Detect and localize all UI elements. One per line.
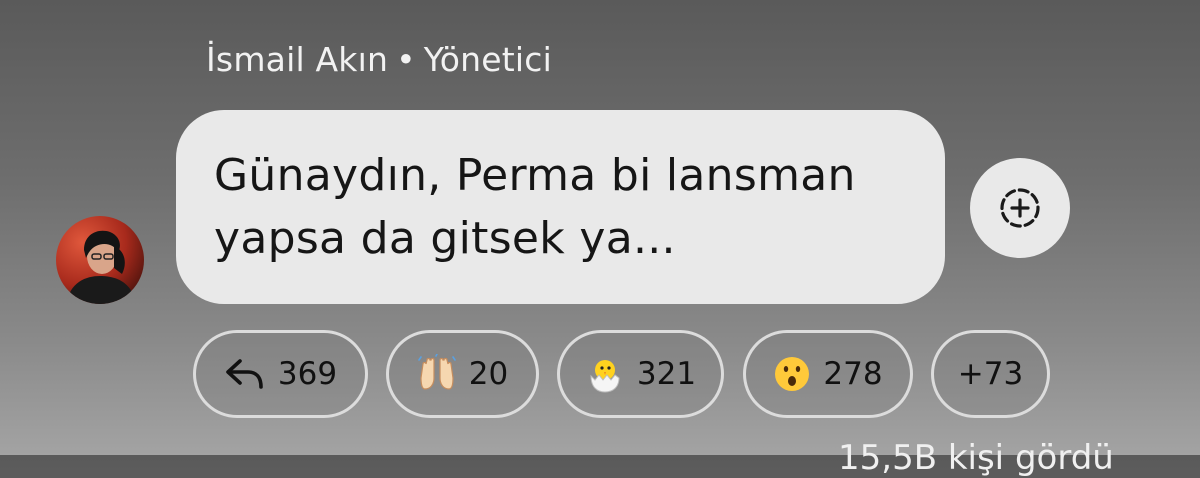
- sender-role: Yönetici: [423, 40, 552, 79]
- raising-hands-emoji-icon: [417, 354, 457, 394]
- view-count-text: 15,5B kişi gördü: [838, 438, 1114, 478]
- message-text-line: yapsa da gitsek ya...: [214, 213, 676, 264]
- hatching-chick-emoji-icon: [585, 354, 625, 394]
- reaction-chip-hatching-chick[interactable]: 321: [557, 330, 724, 418]
- add-reaction-icon: [1000, 188, 1040, 228]
- avatar-photo: [56, 216, 144, 304]
- reaction-count: 20: [468, 356, 509, 392]
- reaction-count: 278: [823, 356, 883, 392]
- more-reactions-chip[interactable]: +73: [931, 330, 1050, 418]
- message-bubble[interactable]: Günaydın, Perma bi lansman yapsa da gits…: [176, 110, 945, 304]
- reply-arrow-icon: [224, 357, 266, 391]
- reaction-count: 321: [636, 356, 697, 392]
- reaction-chip-raising-hands[interactable]: 20: [386, 330, 539, 418]
- sender-line: İsmail Akın • Yönetici: [206, 40, 552, 79]
- avatar[interactable]: [56, 216, 144, 304]
- add-reaction-button[interactable]: [970, 158, 1070, 258]
- message-text: Günaydın, Perma bi lansman yapsa da gits…: [214, 144, 905, 270]
- separator-dot: •: [396, 40, 416, 79]
- message-text-line: Günaydın, Perma bi lansman: [214, 150, 856, 201]
- reply-chip[interactable]: 369: [193, 330, 368, 418]
- reply-count: 369: [277, 356, 338, 392]
- more-reactions-label: +73: [957, 356, 1024, 392]
- sender-name: İsmail Akın: [206, 40, 389, 79]
- reaction-chip-surprised-face[interactable]: 278: [743, 330, 913, 418]
- surprised-face-emoji-icon: [773, 355, 811, 393]
